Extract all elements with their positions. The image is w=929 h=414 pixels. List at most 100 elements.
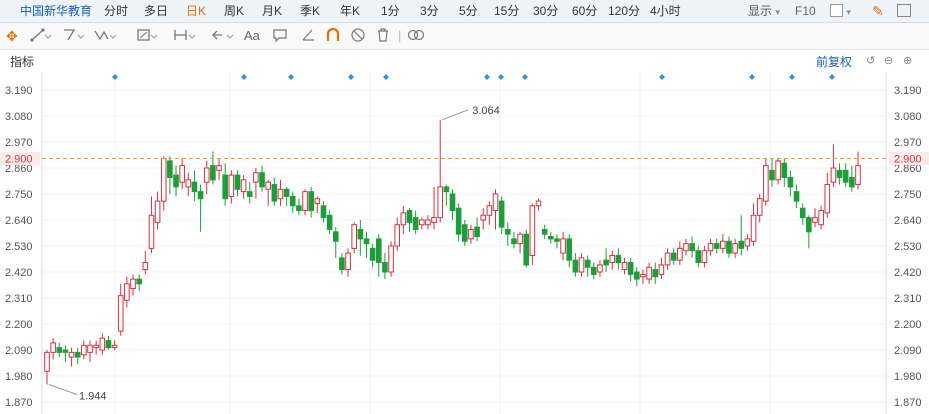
candle-body	[781, 162, 788, 178]
candle-body	[836, 169, 843, 178]
candle-body	[554, 238, 560, 242]
candle-body	[179, 165, 185, 183]
event-marker-icon	[288, 74, 294, 80]
candle-body	[394, 224, 401, 247]
candle-body	[320, 205, 327, 219]
candlestick-chart[interactable]: 3.1903.0802.9702.8602.7502.6402.5302.420…	[0, 0, 929, 414]
chart-grid	[41, 72, 887, 414]
candle-body	[412, 217, 419, 230]
candle-body	[787, 176, 794, 188]
candle-body	[461, 224, 468, 242]
candle-body	[806, 217, 812, 233]
candle-body	[572, 259, 579, 273]
candle-body	[609, 254, 616, 264]
candle-body	[167, 160, 173, 178]
candle-body	[351, 224, 357, 249]
candle-body	[652, 269, 659, 278]
candle-body	[154, 200, 161, 223]
candle-body	[621, 262, 628, 271]
y-axis-left: 3.1903.0802.9702.8602.7502.6402.5302.420…	[5, 85, 33, 409]
candle-body	[136, 278, 142, 285]
y-tick-right: 3.190	[894, 85, 922, 97]
y-tick-left: 3.080	[5, 111, 33, 123]
candle-body	[388, 245, 394, 273]
candle-body	[474, 226, 480, 238]
event-marker-icon	[241, 74, 247, 80]
candle-body	[738, 240, 745, 249]
candle-body	[799, 207, 806, 219]
candle-body	[701, 250, 708, 264]
candle-body	[345, 252, 351, 271]
candle-body	[535, 200, 542, 207]
candle-body	[117, 295, 124, 332]
event-marker-icon	[348, 74, 354, 80]
y-tick-right: 2.200	[894, 319, 922, 331]
candle-body	[849, 176, 855, 188]
candle-body	[111, 344, 118, 349]
candle-body	[44, 351, 50, 372]
candle-body	[339, 257, 345, 271]
candle-body	[326, 214, 333, 230]
y-tick-right: 2.420	[894, 267, 922, 279]
candle-body	[240, 179, 247, 193]
candle-body	[74, 351, 81, 358]
y-tick-right: 2.310	[894, 293, 922, 305]
candle-body	[425, 219, 431, 226]
candle-body	[62, 349, 69, 353]
candle-body	[603, 259, 609, 266]
candle-body	[529, 205, 536, 256]
candle-body	[824, 184, 831, 214]
y-tick-right: 2.090	[894, 345, 922, 357]
candle-body	[677, 247, 683, 261]
candle-body	[283, 188, 290, 197]
candle-body	[185, 179, 192, 188]
candle-body	[173, 174, 179, 188]
candle-body	[523, 233, 530, 266]
y-tick-right: 2.970	[894, 137, 922, 149]
candle-body	[830, 167, 837, 183]
y-tick-right: 2.640	[894, 215, 922, 227]
candle-body	[449, 193, 456, 212]
candle-body	[332, 231, 339, 242]
min-price-label: 1.944	[79, 391, 107, 403]
event-marker-icon	[829, 74, 835, 80]
candle-body	[296, 205, 302, 212]
candle-body	[560, 238, 566, 254]
candle-body	[658, 264, 665, 275]
event-marker-icon	[383, 74, 389, 80]
min-label-leader	[48, 384, 78, 395]
event-marker-icon	[112, 74, 118, 80]
candle-body	[382, 262, 388, 273]
candle-body	[234, 174, 241, 190]
candle-body	[750, 214, 757, 242]
candle-body	[455, 207, 462, 235]
candle-body	[486, 205, 493, 216]
candles	[44, 119, 861, 385]
candle-body	[197, 191, 204, 200]
candle-body	[726, 240, 732, 254]
candle-body	[357, 228, 364, 240]
y-axis-right: 3.1903.0802.9702.8602.7502.6402.5302.420…	[894, 85, 922, 409]
candle-body	[541, 228, 548, 235]
y-tick-left: 2.970	[5, 137, 33, 149]
candle-body	[775, 160, 781, 181]
candle-body	[400, 212, 407, 226]
candle-body	[842, 169, 849, 183]
y-tick-left: 1.980	[5, 371, 33, 383]
y-tick-left: 2.420	[5, 267, 33, 279]
event-marker-icon	[659, 74, 665, 80]
candle-body	[646, 266, 652, 280]
candle-body	[744, 238, 751, 247]
candle-body	[480, 214, 487, 221]
candle-body	[713, 243, 720, 249]
candle-body	[504, 228, 511, 235]
candle-body	[87, 344, 93, 353]
candle-body	[124, 283, 130, 301]
candle-body	[498, 200, 505, 228]
y-tick-right: 2.530	[894, 241, 922, 253]
y-tick-left: 2.530	[5, 241, 33, 253]
candle-body	[277, 188, 284, 200]
candle-body	[548, 236, 554, 240]
y-tick-left: 2.090	[5, 345, 33, 357]
candle-body	[302, 191, 308, 212]
